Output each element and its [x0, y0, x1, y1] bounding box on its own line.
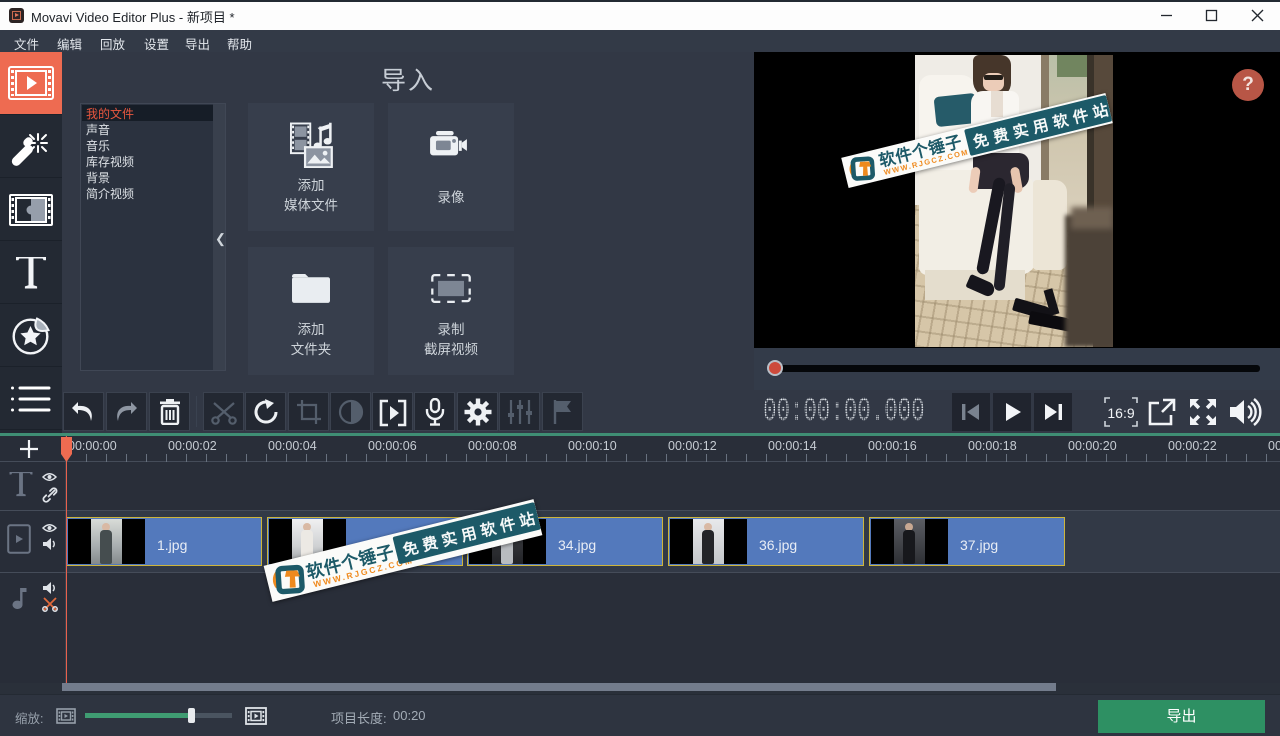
svg-text:16:9: 16:9: [1107, 405, 1134, 421]
